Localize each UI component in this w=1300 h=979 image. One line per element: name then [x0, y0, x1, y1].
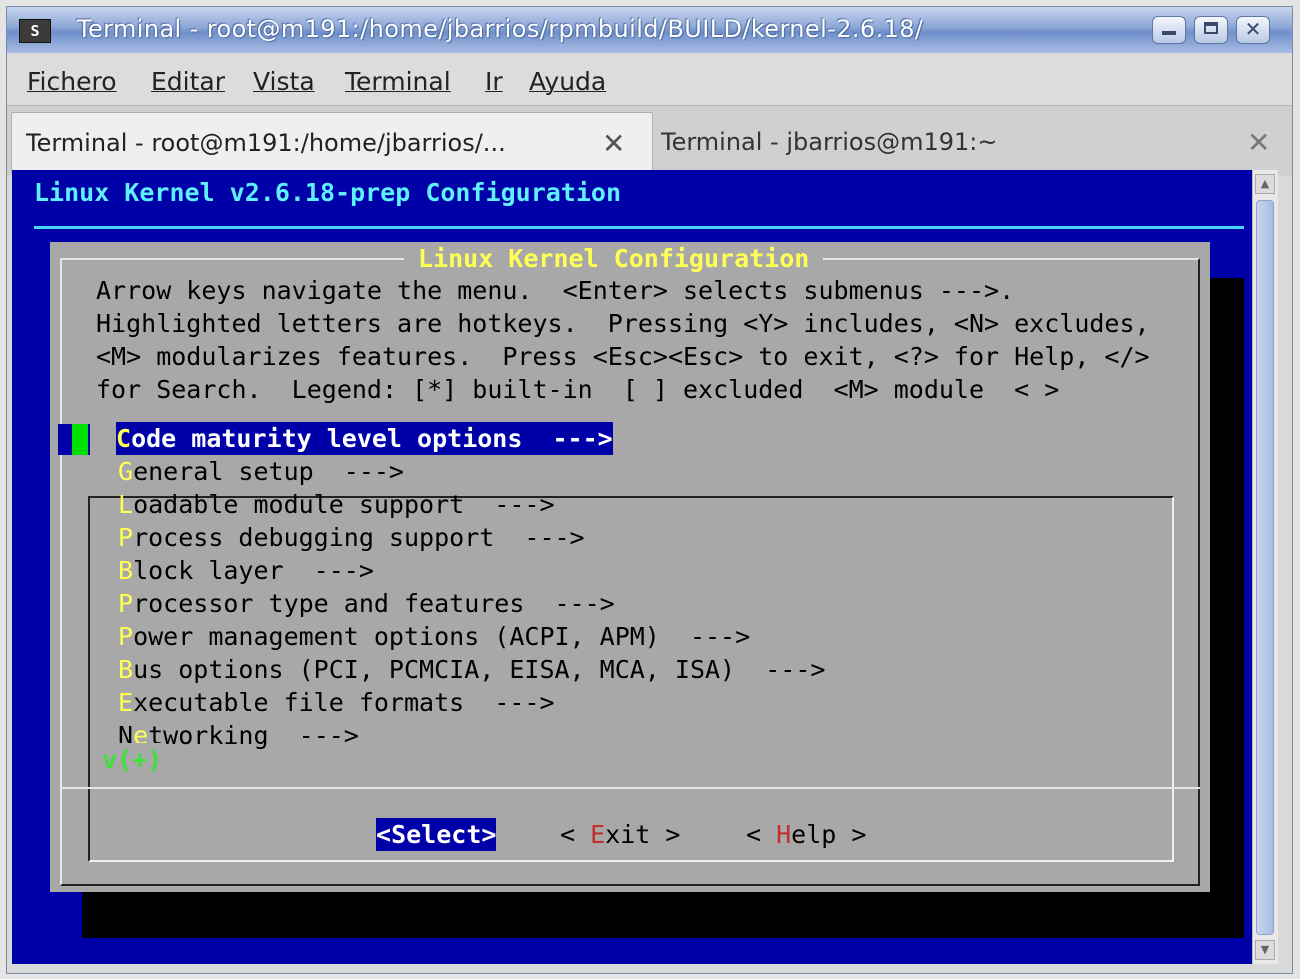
menu-item-bus-options[interactable]: Bus options (PCI, PCMCIA, EISA, MCA, ISA…: [118, 653, 825, 686]
more-items-indicator: v(+): [100, 743, 165, 776]
menu-item-label: rocessor type and features --->: [133, 589, 615, 618]
help-text-line: Highlighted letters are hotkeys. Pressin…: [96, 309, 1150, 338]
menu-item-label: eneral setup --->: [133, 457, 404, 486]
tab-label: Terminal - root@m191:/home/jbarrios/...: [26, 129, 506, 157]
config-dialog: Linux Kernel Configuration Arrow keys na…: [50, 242, 1210, 892]
exit-button[interactable]: < Exit >: [560, 818, 680, 851]
help-text-line: for Search. Legend: [*] built-in [ ] exc…: [96, 375, 1060, 404]
scroll-down-icon[interactable]: ▼: [1255, 940, 1275, 960]
hotkey-letter: P: [118, 589, 134, 618]
menu-item-block-layer[interactable]: Block layer --->: [118, 554, 374, 587]
menu-item-label: ower management options (ACPI, APM) --->: [133, 622, 751, 651]
header-divider: [34, 226, 1244, 229]
terminal-screen[interactable]: Linux Kernel v2.6.18-prep Configuration …: [12, 170, 1252, 964]
hotkey-letter: B: [118, 655, 134, 684]
window-title: Terminal - root@m191:/home/jbarrios/rpmb…: [77, 15, 924, 43]
terminal-app-icon: S: [19, 19, 51, 43]
maximize-icon: [1204, 22, 1218, 34]
button-bracket: >: [836, 820, 867, 849]
hotkey-letter: G: [118, 457, 134, 486]
tab-user-terminal[interactable]: Terminal - jbarrios@m191:~ ✕: [653, 112, 1290, 174]
hotkey-letter: P: [118, 622, 134, 651]
menu-item-power-management[interactable]: Power management options (ACPI, APM) ---…: [118, 620, 750, 653]
menu-item-label: tworking --->: [148, 721, 359, 750]
menu-item-label: lock layer --->: [133, 556, 374, 585]
tab-root-terminal[interactable]: Terminal - root@m191:/home/jbarrios/... …: [11, 112, 653, 174]
menu-item-executable-formats[interactable]: Executable file formats --->: [118, 686, 555, 719]
button-label: elect: [406, 820, 482, 849]
menu-item-label: oadable module support --->: [133, 490, 555, 519]
button-bracket: >: [481, 820, 497, 849]
button-bracket: >: [650, 820, 681, 849]
tab-bar: Terminal - root@m191:/home/jbarrios/... …: [7, 105, 1292, 176]
scrollbar-thumb[interactable]: [1256, 200, 1274, 935]
select-button[interactable]: <Select>: [376, 818, 497, 851]
hotkey-letter: L: [118, 490, 134, 519]
menu-item-label: xecutable file formats --->: [133, 688, 555, 717]
menu-fichero[interactable]: Fichero: [27, 67, 117, 96]
menu-item-code-maturity[interactable]: Code maturity level options --->: [116, 422, 613, 455]
button-bracket: <: [746, 820, 777, 849]
close-icon: ✕: [1244, 17, 1262, 41]
help-button[interactable]: < Help >: [746, 818, 866, 851]
terminal-scrollbar[interactable]: ▲ ▼: [1252, 170, 1278, 964]
hotkey-letter: E: [118, 688, 134, 717]
menu-ayuda[interactable]: Ayuda: [529, 67, 606, 96]
menu-vista[interactable]: Vista: [253, 67, 315, 96]
hotkey-letter: B: [118, 556, 134, 585]
close-window-button[interactable]: ✕: [1236, 16, 1270, 44]
hotkey-letter: C: [116, 424, 132, 453]
menu-editar[interactable]: Editar: [151, 67, 225, 96]
menu-item-loadable-modules[interactable]: Loadable module support --->: [118, 488, 555, 521]
hotkey-letter: H: [776, 820, 792, 849]
scroll-up-icon[interactable]: ▲: [1255, 174, 1275, 194]
menu-item-general-setup[interactable]: General setup --->: [118, 455, 404, 488]
minimize-button[interactable]: [1152, 16, 1186, 44]
button-divider: [60, 787, 1200, 789]
tab-close-icon[interactable]: ✕: [602, 129, 625, 159]
menu-item-processor-type[interactable]: Processor type and features --->: [118, 587, 615, 620]
menu-terminal[interactable]: Terminal: [345, 67, 451, 96]
button-bracket: <: [376, 820, 392, 849]
cursor-block: [72, 424, 88, 455]
button-label: elp: [791, 820, 837, 849]
minimize-icon: [1162, 31, 1176, 35]
menu-bar: Fichero Editar Vista Terminal Ir Ayuda: [7, 53, 1292, 105]
help-text-line: Arrow keys navigate the menu. <Enter> se…: [96, 276, 1015, 305]
maximize-button[interactable]: [1194, 16, 1228, 44]
dialog-title: Linux Kernel Configuration: [404, 242, 824, 275]
tab-close-icon[interactable]: ✕: [1247, 128, 1270, 158]
menu-item-label: us options (PCI, PCMCIA, EISA, MCA, ISA)…: [133, 655, 826, 684]
hotkey-letter: E: [590, 820, 606, 849]
menu-item-process-debugging[interactable]: Process debugging support --->: [118, 521, 585, 554]
config-header: Linux Kernel v2.6.18-prep Configuration: [34, 178, 621, 207]
menu-ir[interactable]: Ir: [485, 67, 503, 96]
title-bar[interactable]: S Terminal - root@m191:/home/jbarrios/rp…: [7, 7, 1292, 53]
help-text-line: <M> modularizes features. Press <Esc><Es…: [96, 342, 1150, 371]
menu-item-label: rocess debugging support --->: [133, 523, 585, 552]
hotkey-letter: S: [391, 820, 407, 849]
menu-item-label: ode maturity level options --->: [131, 424, 613, 453]
hotkey-letter: P: [118, 523, 134, 552]
button-bracket: <: [560, 820, 591, 849]
button-label: xit: [605, 820, 651, 849]
tab-label: Terminal - jbarrios@m191:~: [661, 128, 998, 156]
